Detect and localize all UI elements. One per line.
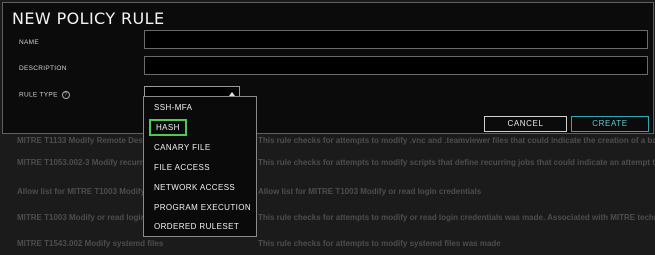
rule-name-cell: Allow list for MITRE T1003 Modify [17,187,146,196]
rule-name-cell: MITRE T1543.002 Modify systemd files [17,239,164,248]
rule-description-cell: Allow list for MITRE T1003 Modify or rea… [258,187,482,196]
table-row[interactable]: MITRE T1053.002-3 Modify recurri This ru… [0,152,655,174]
table-row[interactable]: MITRE T1003 Modify or read login This ru… [0,207,655,229]
rule-type-label-group: RULE TYPE ? [19,91,70,99]
rule-description-cell: This rule checks for attempts to modify … [258,158,655,167]
rule-name-cell: MITRE T1053.002-3 Modify recurri [17,158,146,167]
rule-type-label: RULE TYPE [19,91,58,99]
rule-description-cell: This rule checks for attempts to modify … [258,136,655,145]
dialog-title: NEW POLICY RULE [12,9,165,28]
create-button[interactable]: CREATE [571,116,649,132]
new-policy-rule-dialog: NEW POLICY RULE NAME DESCRIPTION RULE TY… [2,2,654,134]
option-program-execution[interactable]: PROGRAM EXECUTION [154,203,251,212]
description-label: DESCRIPTION [19,65,67,72]
rule-description-cell: This rule checks for attempts to modify … [258,213,655,222]
rule-type-dropdown: SSH-MFA HASH CANARY FILE FILE ACCESS NET… [143,96,257,237]
rule-name-cell: MITRE T1003 Modify or read login [17,213,146,222]
rule-name-cell: MITRE T1133 Modify Remote Desk [17,136,148,145]
option-canary-file[interactable]: CANARY FILE [154,143,211,152]
option-file-access[interactable]: FILE ACCESS [154,163,210,172]
option-network-access[interactable]: NETWORK ACCESS [154,183,235,192]
option-ordered-ruleset[interactable]: ORDERED RULESET [154,222,239,231]
table-row[interactable]: Allow list for MITRE T1003 Modify Allow … [0,181,655,203]
rule-description-cell: This rule checks for attempts to modify … [258,239,501,248]
name-label: NAME [19,39,39,46]
info-icon[interactable]: ? [61,91,70,99]
option-ssh-mfa[interactable]: SSH-MFA [154,103,192,112]
option-hash[interactable]: HASH [149,119,187,136]
cancel-button[interactable]: CANCEL [484,116,567,132]
description-field[interactable] [144,56,648,75]
table-row[interactable]: MITRE T1543.002 Modify systemd files Thi… [0,233,655,255]
name-field[interactable] [144,30,648,49]
